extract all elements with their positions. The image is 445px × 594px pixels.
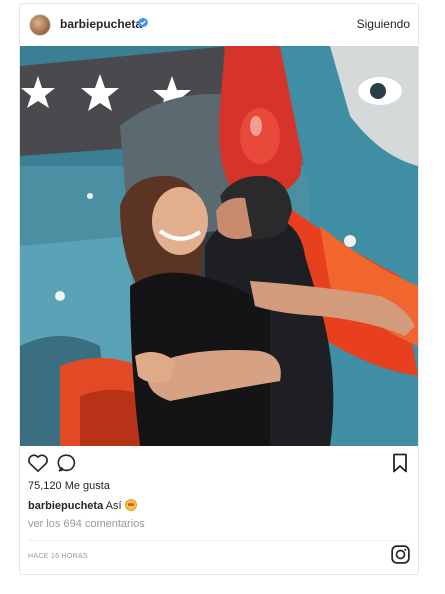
post-header: barbiepucheta Siguiendo	[20, 4, 418, 46]
instagram-icon[interactable]	[391, 545, 410, 564]
divider	[28, 540, 410, 541]
bookmark-icon[interactable]	[392, 453, 408, 473]
verified-badge-icon	[138, 17, 148, 28]
heart-icon[interactable]	[27, 453, 49, 473]
heart-eyes-emoji-icon	[124, 499, 137, 511]
comment-icon[interactable]	[57, 453, 77, 473]
caption-text: Así	[105, 500, 122, 512]
post-caption: barbiepucheta Así	[28, 499, 137, 512]
post-username[interactable]: barbiepucheta	[60, 17, 142, 31]
post-timestamp[interactable]: HACE 16 HORAS	[28, 553, 88, 560]
post-photo[interactable]	[20, 46, 418, 446]
likes-count[interactable]: 75,120 Me gusta	[28, 480, 110, 492]
view-comments-link[interactable]: ver los 694 comentarios	[28, 518, 145, 530]
caption-username[interactable]: barbiepucheta	[28, 500, 103, 512]
following-button[interactable]: Siguiendo	[357, 17, 410, 31]
instagram-post-card: barbiepucheta Siguiendo 75,120 Me gusta …	[19, 3, 419, 575]
user-avatar[interactable]	[29, 14, 51, 36]
post-actions	[20, 451, 418, 475]
